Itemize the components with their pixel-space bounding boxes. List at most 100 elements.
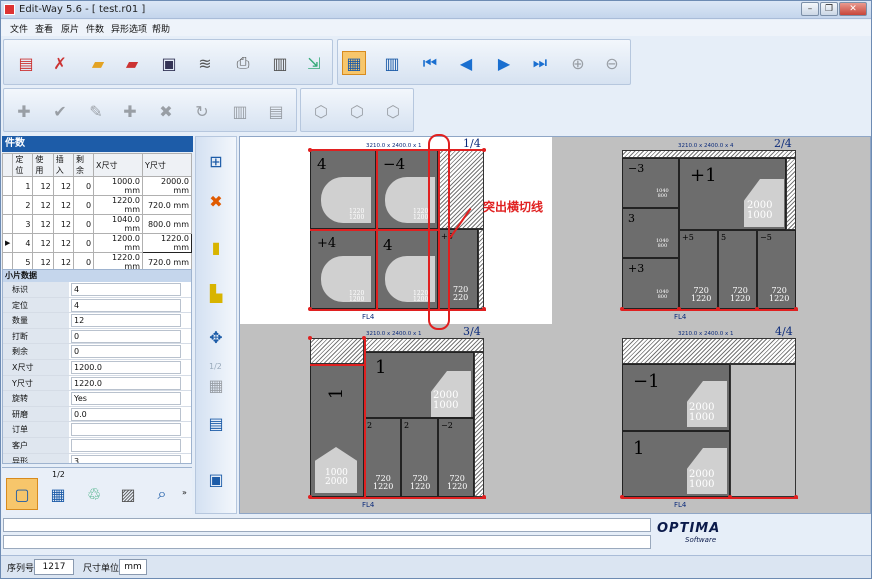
piece[interactable]: −2 720 1220 xyxy=(438,418,474,497)
prop-value[interactable]: Yes xyxy=(71,392,181,406)
piece[interactable]: +5 720 1220 xyxy=(679,230,718,309)
piece[interactable]: −5 720 1220 xyxy=(757,230,796,309)
split-icon[interactable]: ▦ xyxy=(204,373,228,397)
stairs-icon[interactable]: ▙ xyxy=(204,281,228,305)
col-insert[interactable]: 插入 xyxy=(52,153,75,177)
piece[interactable]: 3 1040 800 xyxy=(622,208,679,258)
merge-icon[interactable]: ▤ xyxy=(264,99,288,123)
add-piece-icon[interactable]: ⊞ xyxy=(204,149,228,173)
delete-file-icon[interactable]: ✗ xyxy=(48,51,72,75)
menu-sheet[interactable]: 原片 xyxy=(61,22,79,35)
table-row[interactable]: 1 12 12 0 1000.0 mm 2000.0 mm xyxy=(1,176,192,196)
col-x-size[interactable]: X尺寸 xyxy=(93,153,143,177)
prop-value[interactable]: 12 xyxy=(71,314,181,328)
piece[interactable]: 1 1000 2000 xyxy=(310,364,364,497)
search-doc-icon[interactable]: ⌕ xyxy=(150,482,174,506)
prop-value[interactable] xyxy=(71,423,181,437)
close-button[interactable]: ✕ xyxy=(839,2,867,16)
more-icon[interactable]: » xyxy=(182,488,187,497)
move-icon[interactable]: ✥ xyxy=(204,325,228,349)
database-icon[interactable]: ▥ xyxy=(268,51,292,75)
piece[interactable]: 4 1220 1200 xyxy=(310,150,376,229)
prop-value[interactable]: 0 xyxy=(71,345,181,359)
prop-value[interactable]: 3 xyxy=(71,454,181,463)
delete-piece-icon[interactable]: ✖ xyxy=(204,189,228,213)
first-page-icon[interactable]: ⏮ xyxy=(418,51,442,75)
prop-row: 标识 4 xyxy=(3,282,191,298)
menu-shape-options[interactable]: 异形选项 xyxy=(111,22,147,35)
remove-icon[interactable]: ✖ xyxy=(154,99,178,123)
confirm-icon[interactable]: ✔ xyxy=(48,99,72,123)
import-icon[interactable]: ▰ xyxy=(120,51,144,75)
chart-icon[interactable]: ▨ xyxy=(116,482,140,506)
machine-icon[interactable]: ▣ xyxy=(204,467,228,491)
shape-c-icon[interactable]: ⬡ xyxy=(381,99,405,123)
table-row[interactable]: 2 12 12 0 1220.0 mm 720.0 mm xyxy=(1,195,192,215)
message-bar-2 xyxy=(3,535,651,549)
piece[interactable]: 5 720 1220 xyxy=(718,230,757,309)
piece[interactable]: +3 1040 800 xyxy=(622,258,679,309)
piece[interactable]: −3 1040 800 xyxy=(622,158,679,208)
minimize-button[interactable]: – xyxy=(801,2,819,16)
prop-value[interactable]: 0.0 xyxy=(71,407,181,421)
piece[interactable]: +1 2000 1000 xyxy=(679,158,786,230)
highlight-cut-line xyxy=(428,134,450,330)
layers-icon[interactable]: ≋ xyxy=(193,51,217,75)
table-row[interactable]: 3 12 12 0 1040.0 mm 800.0 mm xyxy=(1,214,192,234)
prev-page-icon[interactable]: ◀ xyxy=(454,51,478,75)
zoom-in-icon[interactable]: ⊕ xyxy=(566,51,590,75)
prop-value[interactable]: 4 xyxy=(71,298,181,312)
prop-value[interactable]: 4 xyxy=(71,283,181,296)
menu-help[interactable]: 帮助 xyxy=(152,22,170,35)
half-label: 1/2 xyxy=(209,362,222,371)
export-icon[interactable]: ⇲ xyxy=(302,51,326,75)
layout-view-icon[interactable]: ▦ xyxy=(342,51,366,75)
edit-icon[interactable]: ✎ xyxy=(84,99,108,123)
col-remaining[interactable]: 剩余 xyxy=(73,153,95,177)
open-folder-icon[interactable]: ▰ xyxy=(86,51,110,75)
menu-parts[interactable]: 件数 xyxy=(86,22,104,35)
menu-file[interactable]: 文件 xyxy=(10,22,28,35)
shape-b-icon[interactable]: ⬡ xyxy=(345,99,369,123)
sheet-3[interactable]: 3210.0 x 2400.0 x 1 3/4 1 1000 2000 1 2000 1… xyxy=(308,325,486,509)
piece[interactable]: 2 720 1220 xyxy=(401,418,438,497)
split-view-icon[interactable]: ▥ xyxy=(380,51,404,75)
save-icon[interactable]: ▣ xyxy=(157,51,181,75)
add-icon[interactable]: ✚ xyxy=(12,99,36,123)
menu-bar: 文件 查看 原片 件数 异形选项 帮助 xyxy=(1,20,871,36)
sheet-1[interactable]: 3210.0 x 2400.0 x 1 1/4 4 1220 1200 −4 1220… xyxy=(308,137,486,321)
columns-icon[interactable]: ▥ xyxy=(228,99,252,123)
sheet-2[interactable]: 3210.0 x 2400.0 x 4 2/4 −3 1040 800 3 1040 8… xyxy=(620,137,798,321)
prop-value[interactable]: 1220.0 xyxy=(71,376,181,390)
rotate-icon[interactable]: ↻ xyxy=(190,99,214,123)
piece[interactable]: −1 2000 1000 xyxy=(622,364,730,431)
new-file-icon[interactable]: ▤ xyxy=(14,51,38,75)
sheet-4[interactable]: 3210.0 x 2400.0 x 1 4/4 −1 2000 1000 1 2000… xyxy=(620,325,798,509)
edit-toolbar: ✚ ✔ ✎ ✚ ✖ ↻ ▥ ▤ xyxy=(3,88,297,132)
print-icon[interactable]: ⎙ xyxy=(231,51,255,75)
next-page-icon[interactable]: ▶ xyxy=(492,51,516,75)
parts-view-icon[interactable]: ▢ xyxy=(6,478,38,510)
last-page-icon[interactable]: ⏭ xyxy=(528,51,552,75)
prop-value[interactable]: 1200.0 xyxy=(71,360,181,374)
recycle-icon[interactable]: ♲ xyxy=(82,482,106,506)
piece[interactable]: 1 2000 1000 xyxy=(364,352,474,418)
restore-button[interactable]: ❐ xyxy=(820,2,838,16)
menu-view[interactable]: 查看 xyxy=(35,22,53,35)
layout-canvas[interactable]: 3210.0 x 2400.0 x 1 1/4 4 1220 1200 −4 1220… xyxy=(239,134,871,514)
table-row-selected[interactable]: ▶ 4 12 12 0 1200.0 mm 1220.0 mm xyxy=(1,233,192,253)
prop-value[interactable]: 0 xyxy=(71,329,181,343)
insert-icon[interactable]: ✚ xyxy=(118,99,142,123)
col-y-size[interactable]: Y尺寸 xyxy=(142,153,192,177)
table-icon[interactable]: ▤ xyxy=(204,411,228,435)
stack-icon[interactable]: ▮ xyxy=(204,235,228,259)
zoom-out-icon[interactable]: ⊖ xyxy=(600,51,624,75)
prop-value[interactable] xyxy=(71,438,181,452)
col-position[interactable]: 定位 xyxy=(12,153,34,177)
grid-view-icon[interactable]: ▦ xyxy=(46,482,70,506)
col-used[interactable]: 使用 xyxy=(32,153,54,177)
piece[interactable]: 2 720 1220 xyxy=(364,418,401,497)
piece[interactable]: 1 2000 1000 xyxy=(622,431,730,497)
piece[interactable]: +4 1220 1200 xyxy=(310,229,376,309)
shape-a-icon[interactable]: ⬡ xyxy=(309,99,333,123)
